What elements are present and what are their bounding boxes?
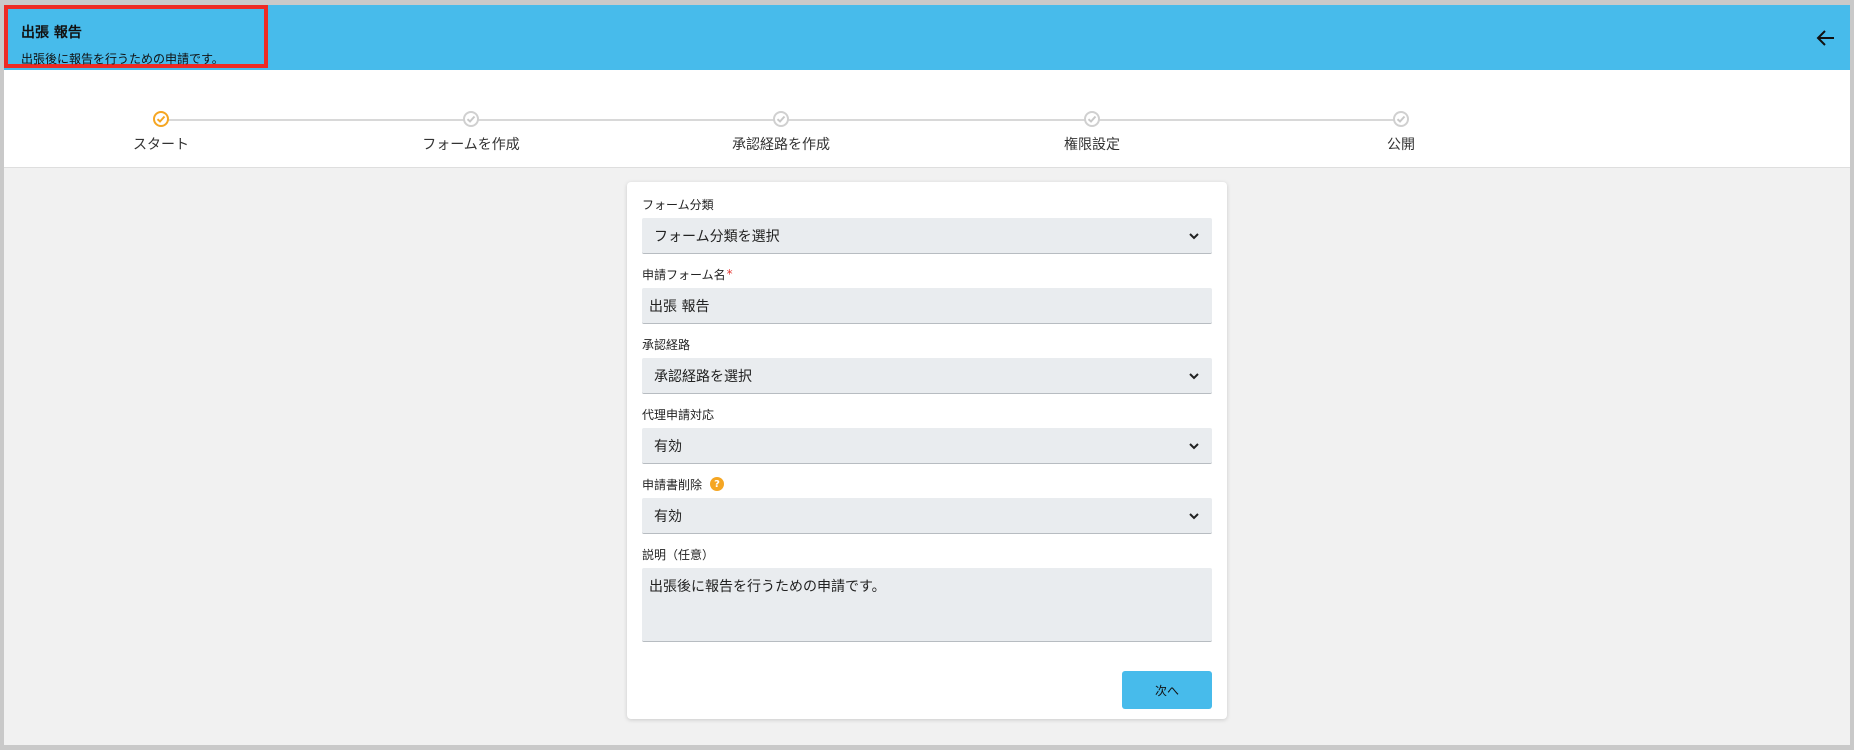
chevron-down-icon xyxy=(1189,442,1199,449)
step-publish: 公開 xyxy=(1331,110,1471,154)
form-name-input[interactable]: 出張 報告 xyxy=(642,288,1212,324)
arrow-left-icon[interactable] xyxy=(1814,26,1838,50)
field-label: 代理申請対応 xyxy=(642,407,715,422)
approval-route-select[interactable]: 承認経路を選択 xyxy=(642,358,1212,394)
next-button[interactable]: 次へ xyxy=(1122,671,1212,709)
field-label-text: 申請書削除 xyxy=(642,477,703,492)
chevron-down-icon xyxy=(1189,372,1199,379)
select-value: 承認経路を選択 xyxy=(654,368,752,385)
required-mark: * xyxy=(726,267,733,281)
step-label: 公開 xyxy=(1387,137,1415,153)
field-label: フォーム分類 xyxy=(642,197,714,212)
step-create-approval-route: 承認経路を作成 xyxy=(711,110,851,154)
field-label: 申請書削除 ? xyxy=(642,475,1212,493)
input-value: 出張 報告 xyxy=(649,298,710,315)
application-delete-field: 申請書削除 ? 有効 xyxy=(642,475,1212,534)
app-window: 出張 報告 出張後に報告を行うための申請です。 スタート フォームを作成 承認経… xyxy=(4,5,1850,745)
progress-stepper: スタート フォームを作成 承認経路を作成 権限設定 公開 xyxy=(4,70,1850,168)
step-permission-settings: 権限設定 xyxy=(1022,110,1162,154)
step-label: スタート xyxy=(133,137,189,153)
step-start: スタート xyxy=(91,110,231,154)
step-label: フォームを作成 xyxy=(422,137,520,153)
field-label-text: 申請フォーム名 xyxy=(642,267,726,282)
check-circle-icon xyxy=(463,111,479,127)
proxy-application-select[interactable]: 有効 xyxy=(642,428,1212,464)
step-label: 承認経路を作成 xyxy=(732,137,830,153)
page-subtitle: 出張後に報告を行うための申請です。 xyxy=(21,52,224,66)
field-label: 申請フォーム名 * xyxy=(642,265,1212,283)
form-category-field: フォーム分類 フォーム分類を選択 xyxy=(642,195,1212,254)
field-label: 承認経路 xyxy=(642,337,691,352)
form-category-select[interactable]: フォーム分類を選択 xyxy=(642,218,1212,254)
check-circle-icon xyxy=(773,111,789,127)
form-name-field: 申請フォーム名 * 出張 報告 xyxy=(642,265,1212,324)
question-circle-icon[interactable]: ? xyxy=(710,477,725,491)
form-card: フォーム分類 フォーム分類を選択 申請フォーム名 * 出張 報告 承認経路 承認… xyxy=(627,182,1227,719)
page-title: 出張 報告 xyxy=(21,25,82,41)
description-field: 説明（任意） 出張後に報告を行うための申請です。 xyxy=(642,545,1212,642)
field-label: 説明（任意） xyxy=(642,547,715,562)
select-value: 有効 xyxy=(654,438,682,455)
description-textarea[interactable]: 出張後に報告を行うための申請です。 xyxy=(642,568,1212,642)
check-circle-icon xyxy=(1084,111,1100,127)
page-header: 出張 報告 出張後に報告を行うための申請です。 xyxy=(4,5,1850,70)
chevron-down-icon xyxy=(1189,232,1199,239)
approval-route-field: 承認経路 承認経路を選択 xyxy=(642,335,1212,394)
select-value: 有効 xyxy=(654,508,682,525)
header-title-box: 出張 報告 出張後に報告を行うための申請です。 xyxy=(4,5,268,68)
check-circle-icon xyxy=(153,111,169,127)
application-delete-select[interactable]: 有効 xyxy=(642,498,1212,534)
proxy-application-field: 代理申請対応 有効 xyxy=(642,405,1212,464)
check-circle-icon xyxy=(1393,111,1409,127)
chevron-down-icon xyxy=(1189,512,1199,519)
select-value: フォーム分類を選択 xyxy=(654,228,780,245)
step-label: 権限設定 xyxy=(1064,137,1120,153)
step-create-form: フォームを作成 xyxy=(401,110,541,154)
